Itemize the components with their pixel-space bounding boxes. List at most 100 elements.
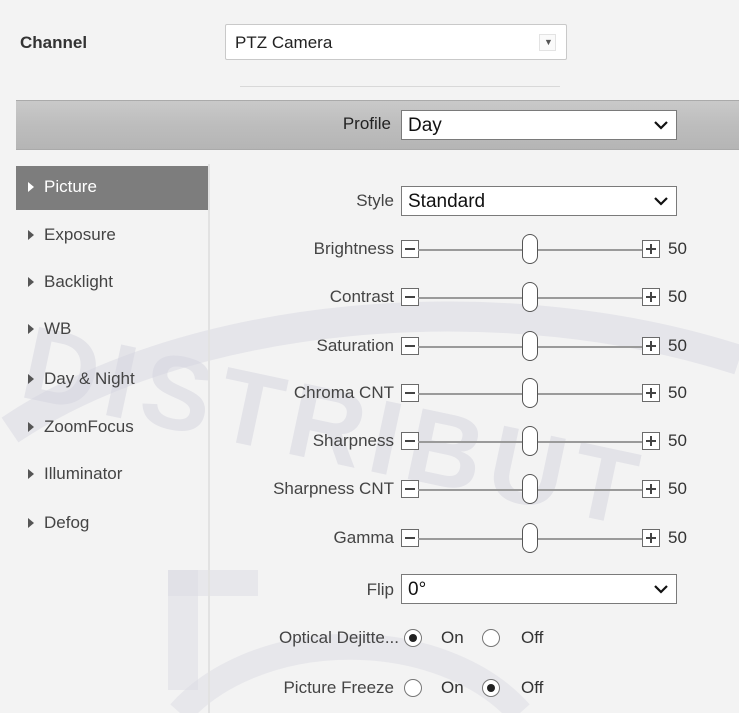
menu-item-illuminator[interactable]: Illuminator [16, 453, 208, 497]
caret-right-icon [28, 422, 34, 432]
brightness-slider-thumb[interactable] [522, 234, 538, 264]
plus-icon-bar [650, 533, 652, 543]
minus-icon [405, 296, 415, 298]
contrast-slider-thumb[interactable] [522, 282, 538, 312]
menu-item-label: ZoomFocus [44, 417, 134, 436]
contrast-value: 50 [668, 287, 687, 306]
divider [240, 86, 560, 87]
picture-freeze-label: Picture Freeze [283, 678, 394, 697]
menu-item-label: Defog [44, 513, 90, 532]
sharpness-decrease-button[interactable] [401, 432, 419, 450]
menu-item-label: Exposure [44, 225, 116, 244]
optical-dejitter-on-radio[interactable] [404, 629, 422, 647]
caret-right-icon [28, 518, 34, 528]
menu-item-label: Picture [44, 177, 97, 196]
profile-bar: Profile Day [16, 100, 739, 150]
profile-select[interactable]: Day [401, 110, 677, 140]
picture-freeze-on-label: On [441, 678, 464, 697]
contrast-increase-button[interactable] [642, 288, 660, 306]
saturation-increase-button[interactable] [642, 337, 660, 355]
chroma-cnt-decrease-button[interactable] [401, 384, 419, 402]
chevron-down-icon [654, 197, 668, 206]
caret-right-icon [28, 374, 34, 384]
chevron-down-icon: ▼ [539, 34, 556, 51]
channel-label: Channel [20, 33, 88, 52]
minus-icon [405, 392, 415, 394]
sharpness-cnt-slider-thumb[interactable] [522, 474, 538, 504]
plus-icon-bar [650, 292, 652, 302]
contrast-label: Contrast [329, 287, 394, 306]
plus-icon-bar [650, 244, 652, 254]
chroma-cnt-label: Chroma CNT [293, 383, 394, 402]
menu-item-defog[interactable]: Defog [16, 502, 208, 546]
picture-freeze-off-label: Off [521, 678, 544, 697]
minus-icon [405, 488, 415, 490]
menu-item-wb[interactable]: WB [16, 308, 208, 352]
minus-icon [405, 537, 415, 539]
chevron-down-icon [654, 585, 668, 594]
picture-freeze-on-radio[interactable] [404, 679, 422, 697]
channel-select[interactable]: PTZ Camera ▼ [225, 24, 567, 60]
profile-select-value: Day [408, 115, 442, 136]
optical-dejitter-off-radio[interactable] [482, 629, 500, 647]
optical-dejitter-on-label: On [441, 628, 464, 647]
plus-icon-bar [650, 388, 652, 398]
sharpness-cnt-value: 50 [668, 479, 687, 498]
sharpness-cnt-increase-button[interactable] [642, 480, 660, 498]
minus-icon [405, 440, 415, 442]
minus-icon [405, 248, 415, 250]
menu-item-picture[interactable]: Picture [16, 166, 208, 210]
caret-right-icon [28, 324, 34, 334]
sharpness-cnt-decrease-button[interactable] [401, 480, 419, 498]
style-select-value: Standard [408, 191, 486, 212]
sharpness-label: Sharpness [312, 431, 394, 450]
saturation-slider-thumb[interactable] [522, 331, 538, 361]
gamma-increase-button[interactable] [642, 529, 660, 547]
sharpness-cnt-label: Sharpness CNT [273, 479, 394, 498]
optical-dejitter-label: Optical Dejitte... [279, 628, 399, 647]
brightness-value: 50 [668, 239, 687, 258]
sharpness-value: 50 [668, 431, 687, 450]
gamma-value: 50 [668, 528, 687, 547]
brightness-label: Brightness [313, 239, 394, 258]
sharpness-increase-button[interactable] [642, 432, 660, 450]
saturation-value: 50 [668, 336, 687, 355]
channel-select-value: PTZ Camera [235, 33, 333, 52]
sharpness-slider-thumb[interactable] [522, 426, 538, 456]
flip-select[interactable]: 0° [401, 574, 677, 604]
saturation-decrease-button[interactable] [401, 337, 419, 355]
caret-right-icon [28, 230, 34, 240]
caret-right-icon [28, 182, 34, 192]
brightness-decrease-button[interactable] [401, 240, 419, 258]
menu-item-day-night[interactable]: Day & Night [16, 358, 208, 402]
optical-dejitter-off-label: Off [521, 628, 544, 647]
chroma-cnt-slider-thumb[interactable] [522, 378, 538, 408]
plus-icon-bar [650, 341, 652, 351]
style-select[interactable]: Standard [401, 186, 677, 216]
chroma-cnt-increase-button[interactable] [642, 384, 660, 402]
gamma-label: Gamma [333, 528, 394, 547]
picture-freeze-off-radio[interactable] [482, 679, 500, 697]
menu-item-label: Illuminator [44, 464, 123, 483]
caret-right-icon [28, 469, 34, 479]
chevron-down-icon [654, 121, 668, 130]
menu-item-label: Day & Night [44, 369, 135, 388]
profile-label: Profile [342, 114, 391, 133]
contrast-decrease-button[interactable] [401, 288, 419, 306]
menu-separator [208, 164, 210, 713]
menu-item-label: WB [44, 319, 72, 338]
saturation-label: Saturation [316, 336, 395, 355]
chroma-cnt-value: 50 [668, 383, 687, 402]
plus-icon-bar [650, 484, 652, 494]
style-label: Style [356, 191, 394, 210]
plus-icon-bar [650, 436, 652, 446]
menu-item-zoomfocus[interactable]: ZoomFocus [16, 406, 208, 450]
brightness-increase-button[interactable] [642, 240, 660, 258]
menu-item-backlight[interactable]: Backlight [16, 261, 208, 305]
gamma-slider-thumb[interactable] [522, 523, 538, 553]
flip-select-value: 0° [408, 579, 427, 600]
minus-icon [405, 345, 415, 347]
flip-label: Flip [366, 580, 394, 599]
gamma-decrease-button[interactable] [401, 529, 419, 547]
menu-item-exposure[interactable]: Exposure [16, 214, 208, 258]
